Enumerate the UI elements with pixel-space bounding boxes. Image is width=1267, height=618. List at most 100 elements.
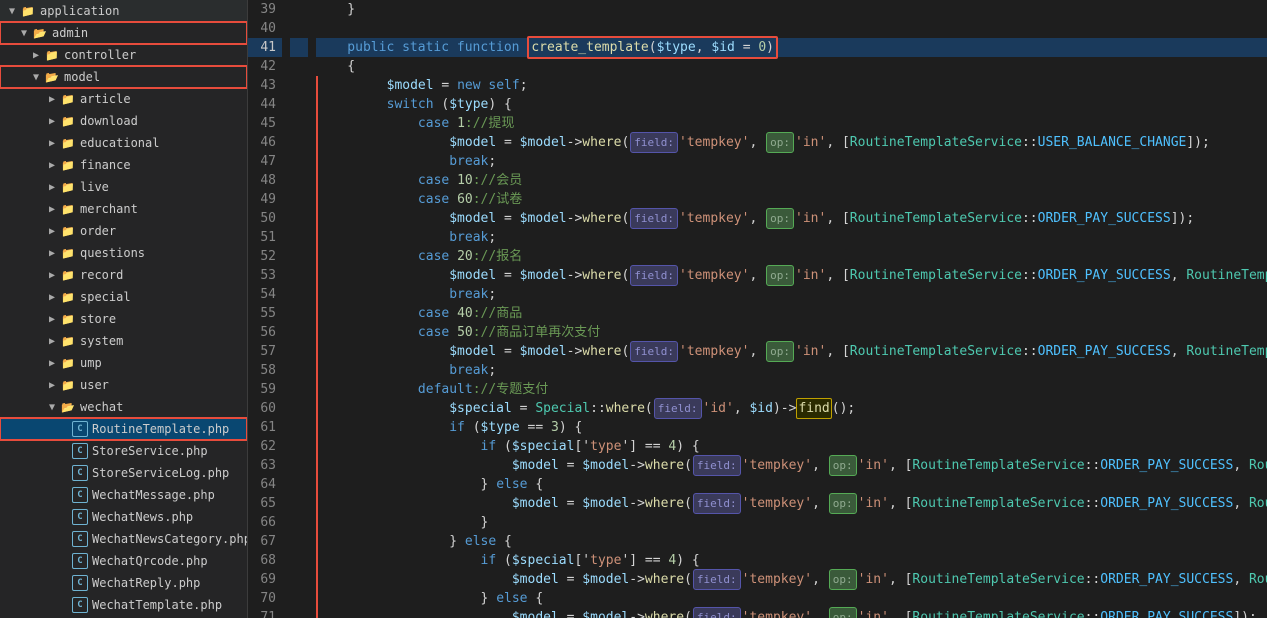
sidebar-item-wechat[interactable]: ▼ 📂 wechat bbox=[0, 396, 247, 418]
folder-icon: 📁 bbox=[60, 267, 76, 283]
sidebar-item-label: model bbox=[64, 70, 100, 84]
file-tree[interactable]: ▼ 📁 application ▼ 📂 admin ▶ 📁 controller… bbox=[0, 0, 248, 618]
sidebar-item-routine-template[interactable]: ▶ C RoutineTemplate.php bbox=[0, 418, 247, 440]
code-line-61: if ($type == 3) { bbox=[316, 418, 1267, 437]
sidebar-item-store-service-log[interactable]: ▶ C StoreServiceLog.php bbox=[0, 462, 247, 484]
code-line-46: $model = $model->where(field:'tempkey', … bbox=[316, 133, 1267, 152]
code-line-64: } else { bbox=[316, 475, 1267, 494]
code-line-59: default://专题支付 bbox=[316, 380, 1267, 399]
code-line-43: $model = new self; bbox=[316, 76, 1267, 95]
line-numbers: 39 40 41 42 43 44 45 46 47 48 49 50 51 5… bbox=[248, 0, 290, 618]
folder-icon: 📁 bbox=[60, 311, 76, 327]
php-icon: C bbox=[72, 553, 88, 569]
sidebar-item-order[interactable]: ▶ 📁 order bbox=[0, 220, 247, 242]
code-line-56: case 50://商品订单再次支付 bbox=[316, 323, 1267, 342]
sidebar-item-wechat-reply[interactable]: ▶ C WechatReply.php bbox=[0, 572, 247, 594]
sidebar-item-user[interactable]: ▶ 📁 user bbox=[0, 374, 247, 396]
sidebar-item-label: finance bbox=[80, 158, 131, 172]
php-icon: C bbox=[72, 465, 88, 481]
code-line-60: $special = Special::where(field:'id', $i… bbox=[316, 399, 1267, 418]
sidebar-item-label: ump bbox=[80, 356, 102, 370]
sidebar-item-label: order bbox=[80, 224, 116, 238]
code-line-55: case 40://商品 bbox=[316, 304, 1267, 323]
expand-arrow: ▶ bbox=[44, 270, 60, 281]
expand-arrow: ▶ bbox=[44, 380, 60, 391]
sidebar-item-record[interactable]: ▶ 📁 record bbox=[0, 264, 247, 286]
folder-icon: 📂 bbox=[32, 25, 48, 41]
sidebar-item-label: WechatNewsCategory.php bbox=[92, 532, 248, 546]
sidebar-item-model[interactable]: ▼ 📂 model bbox=[0, 66, 247, 88]
sidebar-item-label: user bbox=[80, 378, 109, 392]
expand-arrow: ▶ bbox=[28, 50, 44, 61]
sidebar-item-finance[interactable]: ▶ 📁 finance bbox=[0, 154, 247, 176]
code-line-39: } bbox=[316, 0, 1267, 19]
sidebar-item-label: live bbox=[80, 180, 109, 194]
sidebar-item-ump[interactable]: ▶ 📁 ump bbox=[0, 352, 247, 374]
sidebar-item-label: WechatQrcode.php bbox=[92, 554, 208, 568]
folder-icon: 📁 bbox=[60, 113, 76, 129]
php-icon: C bbox=[72, 597, 88, 613]
code-line-68: if ($special['type'] == 4) { bbox=[316, 551, 1267, 570]
sidebar-item-educational[interactable]: ▶ 📁 educational bbox=[0, 132, 247, 154]
folder-icon: 📁 bbox=[44, 47, 60, 63]
expand-arrow: ▶ bbox=[44, 314, 60, 325]
folder-icon: 📂 bbox=[60, 399, 76, 415]
php-icon: C bbox=[72, 575, 88, 591]
folder-icon: 📁 bbox=[60, 245, 76, 261]
folder-icon: 📁 bbox=[20, 3, 36, 19]
expand-arrow: ▶ bbox=[44, 248, 60, 259]
sidebar-item-label: download bbox=[80, 114, 138, 128]
sidebar-item-questions[interactable]: ▶ 📁 questions bbox=[0, 242, 247, 264]
code-line-50: $model = $model->where(field:'tempkey', … bbox=[316, 209, 1267, 228]
sidebar-item-wechat-news-category[interactable]: ▶ C WechatNewsCategory.php bbox=[0, 528, 247, 550]
sidebar-item-label: admin bbox=[52, 26, 88, 40]
sidebar-item-article[interactable]: ▶ 📁 article bbox=[0, 88, 247, 110]
code-line-51: break; bbox=[316, 228, 1267, 247]
expand-arrow: ▶ bbox=[44, 182, 60, 193]
sidebar-item-label: StoreService.php bbox=[92, 444, 208, 458]
expand-arrow: ▼ bbox=[28, 72, 44, 83]
sidebar-item-admin[interactable]: ▼ 📂 admin bbox=[0, 22, 247, 44]
code-editor[interactable]: 39 40 41 42 43 44 45 46 47 48 49 50 51 5… bbox=[248, 0, 1267, 618]
sidebar-item-label: questions bbox=[80, 246, 145, 260]
sidebar-item-label: StoreServiceLog.php bbox=[92, 466, 229, 480]
sidebar-item-merchant[interactable]: ▶ 📁 merchant bbox=[0, 198, 247, 220]
folder-icon: 📁 bbox=[60, 135, 76, 151]
code-line-65: $model = $model->where(field:'tempkey', … bbox=[316, 494, 1267, 513]
sidebar-item-wechat-news[interactable]: ▶ C WechatNews.php bbox=[0, 506, 247, 528]
sidebar-item-label: controller bbox=[64, 48, 136, 62]
sidebar-item-wechat-qrcode[interactable]: ▶ C WechatQrcode.php bbox=[0, 550, 247, 572]
sidebar-item-label: system bbox=[80, 334, 123, 348]
sidebar-item-label: merchant bbox=[80, 202, 138, 216]
sidebar-item-application[interactable]: ▼ 📁 application bbox=[0, 0, 247, 22]
php-icon: C bbox=[72, 421, 88, 437]
expand-arrow: ▶ bbox=[44, 336, 60, 347]
sidebar-item-download[interactable]: ▶ 📁 download bbox=[0, 110, 247, 132]
php-icon: C bbox=[72, 531, 88, 547]
sidebar-item-label: special bbox=[80, 290, 131, 304]
sidebar-item-label: record bbox=[80, 268, 123, 282]
expand-arrow: ▼ bbox=[16, 28, 32, 39]
sidebar-item-wechat-template[interactable]: ▶ C WechatTemplate.php bbox=[0, 594, 247, 616]
sidebar-item-label: WechatNews.php bbox=[92, 510, 193, 524]
expand-arrow: ▶ bbox=[44, 94, 60, 105]
sidebar-item-system[interactable]: ▶ 📁 system bbox=[0, 330, 247, 352]
expand-arrow: ▶ bbox=[44, 138, 60, 149]
sidebar-item-special[interactable]: ▶ 📁 special bbox=[0, 286, 247, 308]
code-line-48: case 10://会员 bbox=[316, 171, 1267, 190]
sidebar-item-label: RoutineTemplate.php bbox=[92, 422, 229, 436]
code-content: 39 40 41 42 43 44 45 46 47 48 49 50 51 5… bbox=[248, 0, 1267, 618]
code-line-67: } else { bbox=[316, 532, 1267, 551]
sidebar-item-label: WechatReply.php bbox=[92, 576, 200, 590]
code-line-40 bbox=[316, 19, 1267, 38]
php-icon: C bbox=[72, 487, 88, 503]
folder-icon: 📁 bbox=[60, 201, 76, 217]
sidebar-item-live[interactable]: ▶ 📁 live bbox=[0, 176, 247, 198]
sidebar-item-store[interactable]: ▶ 📁 store bbox=[0, 308, 247, 330]
sidebar-item-wechat-message[interactable]: ▶ C WechatMessage.php bbox=[0, 484, 247, 506]
sidebar-item-label: WechatTemplate.php bbox=[92, 598, 222, 612]
sidebar-item-store-service[interactable]: ▶ C StoreService.php bbox=[0, 440, 247, 462]
code-line-70: } else { bbox=[316, 589, 1267, 608]
sidebar-item-controller[interactable]: ▶ 📁 controller bbox=[0, 44, 247, 66]
code-lines[interactable]: } public static function create_template… bbox=[308, 0, 1267, 618]
